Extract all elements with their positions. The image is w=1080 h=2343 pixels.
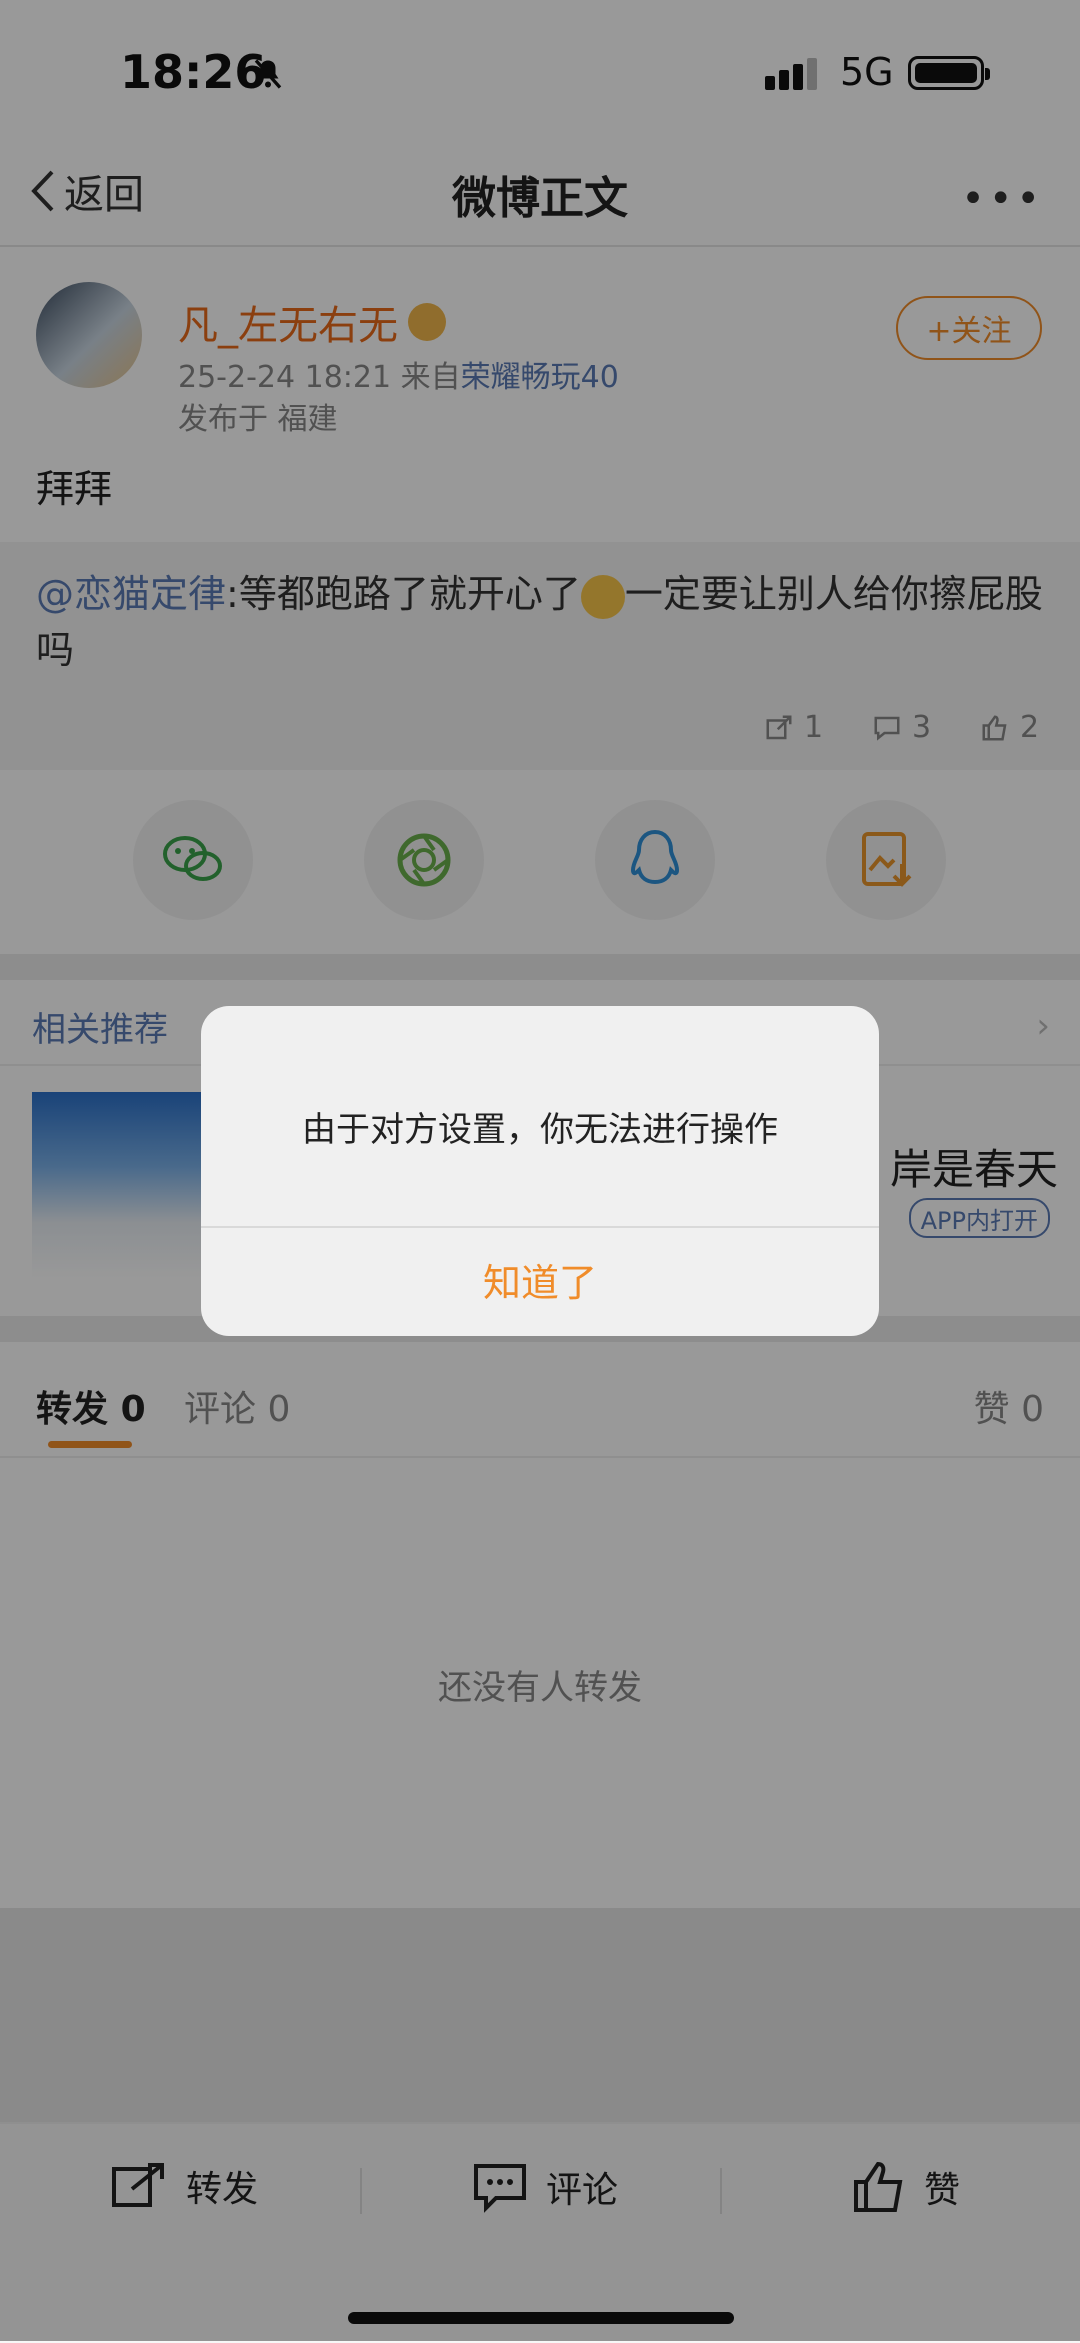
alert-dialog: 由于对方设置，你无法进行操作 知道了 [201,1006,879,1336]
dialog-divider [201,1226,879,1228]
dialog-ok-button[interactable]: 知道了 [201,1252,879,1307]
dialog-message: 由于对方设置，你无法进行操作 [302,1110,778,1150]
